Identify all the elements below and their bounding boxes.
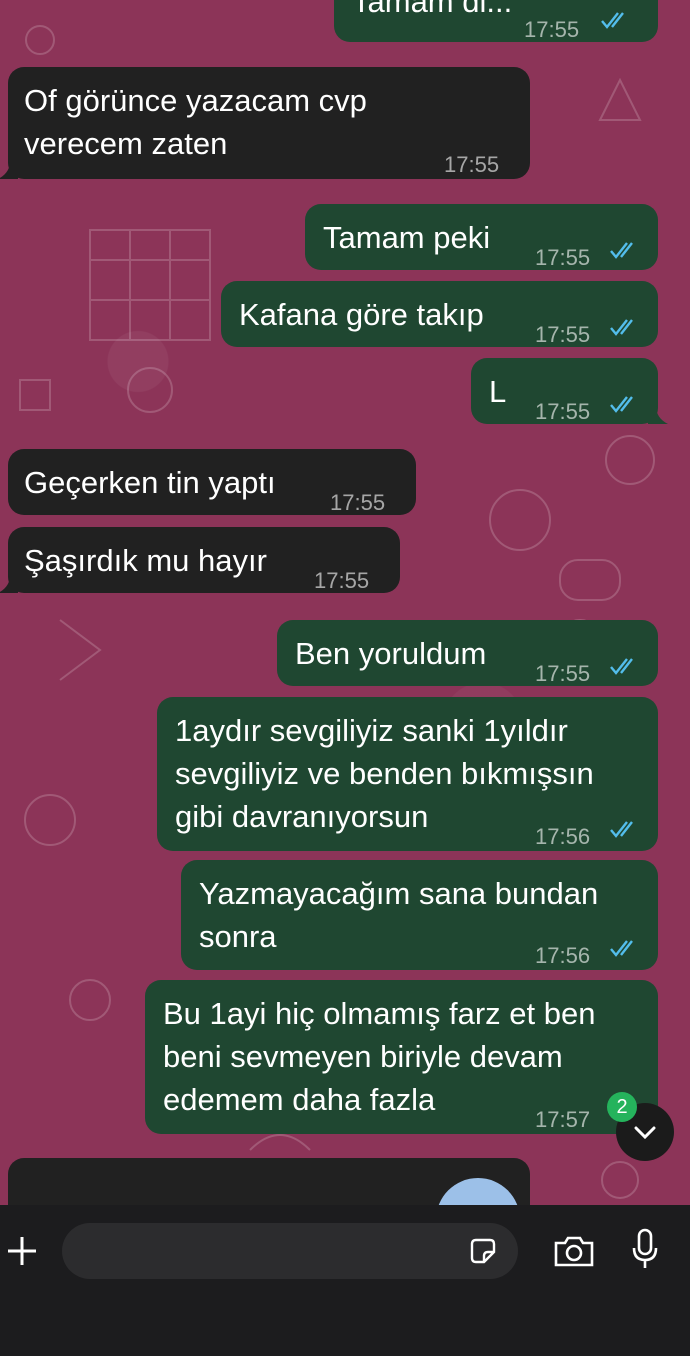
link-preview-thumbnail	[436, 1178, 520, 1205]
message-incoming[interactable]: Of görünce yazacam cvp verecem zaten 17:…	[0, 67, 530, 179]
input-bar	[0, 1205, 690, 1356]
message-time: 17:55	[314, 568, 370, 593]
message-outgoing[interactable]: Tamam peki 17:55	[305, 204, 658, 270]
message-time: 17:55	[535, 245, 591, 270]
read-receipt-icon	[610, 242, 633, 259]
message-time: 17:55	[535, 661, 591, 686]
read-receipt-icon	[610, 319, 633, 336]
plus-icon[interactable]	[4, 1233, 40, 1269]
camera-icon[interactable]	[552, 1233, 596, 1269]
message-outgoing[interactable]: Bu 1ayi hiç olmamış farz et ben beni sev…	[145, 980, 658, 1134]
message-text: 1aydır sevgiliyiz sanki 1yıldır sevgiliy…	[175, 713, 594, 834]
message-text: L	[489, 374, 507, 409]
message-time: 17:56	[535, 943, 591, 968]
message-time: 17:55	[535, 322, 591, 347]
message-text: Ben yoruldum	[295, 636, 487, 671]
message-input[interactable]	[62, 1223, 518, 1279]
message-time: 17:56	[535, 824, 591, 849]
message-text: Geçerken tin yaptı	[24, 465, 276, 500]
message-text: Tamam di...	[352, 0, 513, 19]
read-receipt-icon	[610, 940, 633, 957]
message-outgoing[interactable]: Kafana göre takıp 17:55	[221, 281, 658, 347]
bubble-tail	[0, 161, 18, 179]
sticker-icon[interactable]	[468, 1236, 498, 1266]
message-time: 17:55	[535, 399, 591, 424]
unread-count-badge: 2	[607, 1092, 637, 1122]
message-outgoing[interactable]: 1aydır sevgiliyiz sanki 1yıldır sevgiliy…	[157, 697, 658, 851]
message-outgoing[interactable]: L 17:55	[471, 358, 668, 424]
message-outgoing[interactable]: Ben yoruldum 17:55	[277, 620, 658, 686]
message-time: 17:55	[330, 490, 386, 515]
read-receipt-icon	[610, 821, 633, 838]
message-text: Bu 1ayi hiç olmamış farz et ben beni sev…	[163, 996, 596, 1117]
message-time: 17:57	[535, 1107, 591, 1132]
bubble-tail	[648, 406, 668, 424]
message-text: Şaşırdık mu hayır	[24, 543, 267, 578]
read-receipt-icon	[601, 12, 624, 29]
message-incoming[interactable]: Geçerken tin yaptı 17:55	[8, 449, 416, 515]
message-time: 17:55	[524, 17, 580, 42]
read-receipt-icon	[610, 658, 633, 675]
chat-area[interactable]: Tamam di... 17:55 Of görünce yazacam cvp…	[0, 0, 690, 1205]
message-outgoing[interactable]: Yazmayacağım sana bundan sonra 17:56	[181, 860, 658, 970]
message-text: Tamam peki	[323, 220, 491, 255]
message-incoming[interactable]: Şaşırdık mu hayır 17:55	[0, 527, 400, 593]
message-outgoing[interactable]: Tamam di... 17:55	[334, 0, 658, 42]
message-incoming-preview[interactable]	[8, 1158, 530, 1205]
bubble-tail	[0, 575, 18, 593]
message-text: Kafana göre takıp	[239, 297, 484, 332]
microphone-icon[interactable]	[630, 1227, 660, 1271]
message-time: 17:55	[444, 152, 500, 177]
message-text: Of görünce yazacam cvp verecem zaten	[24, 83, 367, 161]
read-receipt-icon	[610, 396, 633, 413]
